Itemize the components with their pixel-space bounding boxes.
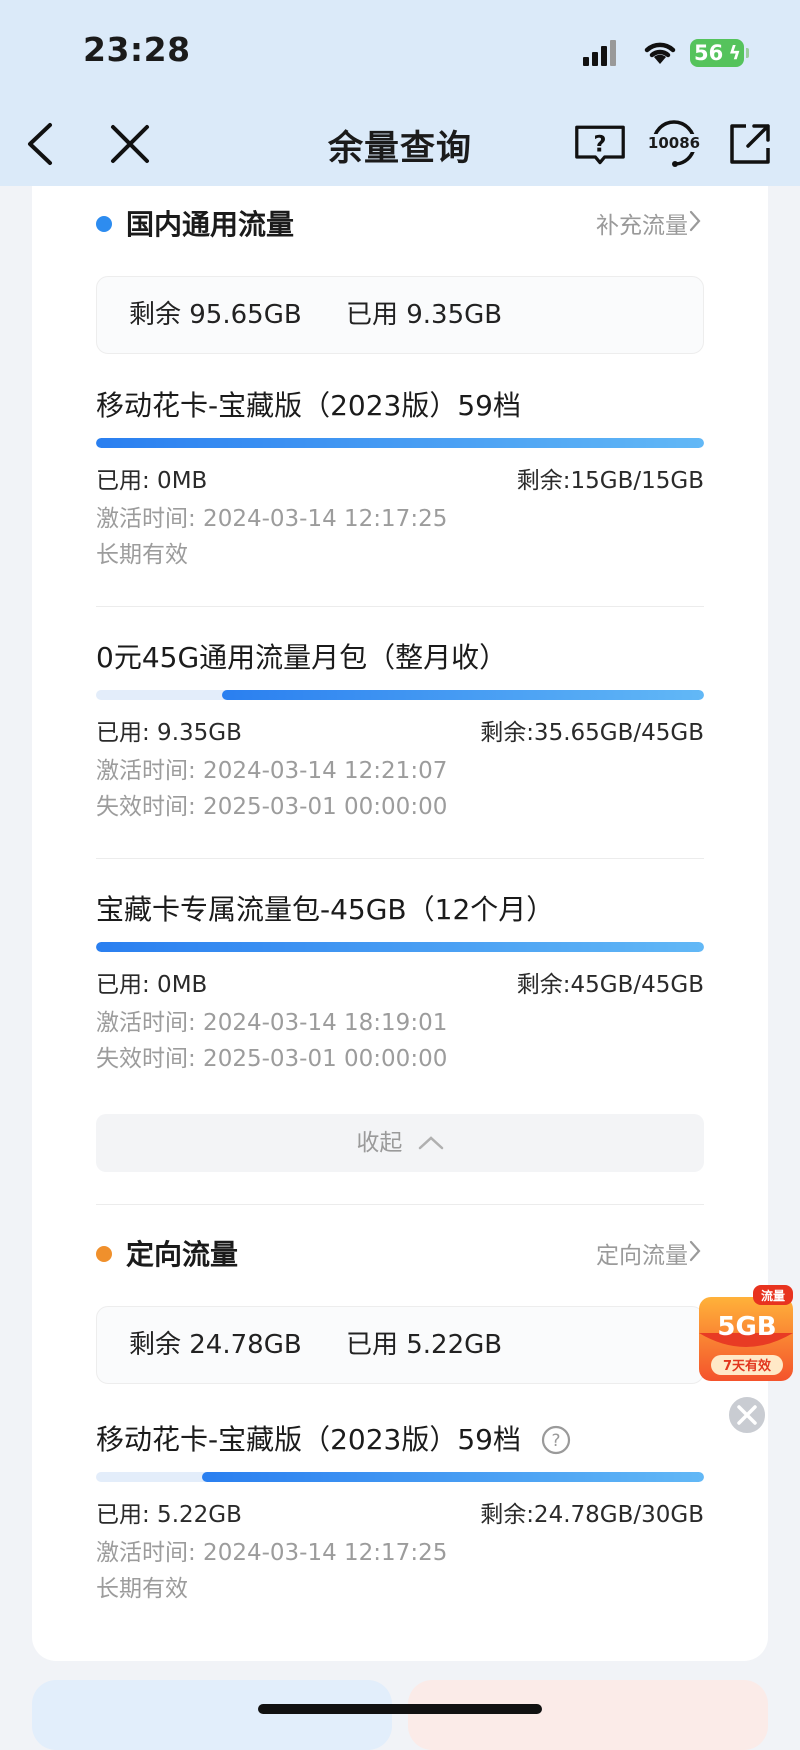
section-title: 定向流量 xyxy=(126,1238,239,1271)
topup-traffic-link[interactable]: 补充流量 xyxy=(596,206,688,240)
traffic-card: 国内通用流量 补充流量 剩余 95.65GB 已用 9.35GB 移动花卡-宝藏… xyxy=(32,186,768,1661)
clock: 23:28 xyxy=(83,30,191,69)
promo-tag: 流量 xyxy=(761,1288,785,1303)
battery-icon: 56 ϟ xyxy=(690,39,749,67)
chevron-right-icon xyxy=(689,1240,701,1262)
usage-bar-fill xyxy=(96,942,704,952)
package-name: 移动花卡-宝藏版（2023版）59档 xyxy=(96,389,521,422)
package-item: 移动花卡-宝藏版（2023版）59档 ? 已用: 5.22GB 剩余:24.78… xyxy=(96,1418,704,1604)
promo-badge[interactable]: 流量 5GB 7天有效 xyxy=(697,1283,797,1385)
summary-used: 已用 9.35GB xyxy=(345,300,503,330)
directed-traffic-header: 定向流量 定向流量 xyxy=(96,1228,704,1278)
general-traffic-dot xyxy=(96,216,112,232)
usage-bar xyxy=(96,438,704,448)
bottom-card-right[interactable] xyxy=(408,1680,768,1750)
package-remaining: 剩余:35.65GB/45GB xyxy=(480,720,704,746)
directed-traffic-link[interactable]: 定向流量 xyxy=(596,1236,688,1270)
package-expiry-time: 失效时间: 2025-03-01 00:00:00 xyxy=(96,794,448,820)
package-item: 移动花卡-宝藏版（2023版）59档 已用: 0MB 剩余:15GB/15GB … xyxy=(96,384,704,570)
usage-bar-fill xyxy=(201,1472,704,1482)
usage-bar-fill xyxy=(222,690,704,700)
chevron-right-icon xyxy=(689,210,701,232)
section-title: 国内通用流量 xyxy=(126,208,295,241)
usage-bar-fill xyxy=(96,438,704,448)
package-used: 已用: 5.22GB xyxy=(96,1502,242,1528)
close-circle-icon xyxy=(727,1395,767,1435)
package-activation-time: 激活时间: 2024-03-14 18:19:01 xyxy=(96,1010,448,1036)
package-item: 宝藏卡专属流量包-45GB（12个月） 已用: 0MB 剩余:45GB/45GB… xyxy=(96,888,704,1074)
promo-close-button[interactable] xyxy=(726,1394,768,1436)
promo-validity: 7天有效 xyxy=(723,1358,772,1374)
package-used: 已用: 0MB xyxy=(96,468,208,494)
share-button[interactable] xyxy=(724,118,776,170)
general-traffic-header: 国内通用流量 补充流量 xyxy=(96,198,704,248)
cellular-signal-icon xyxy=(583,40,623,66)
package-activation-time: 激活时间: 2024-03-14 12:17:25 xyxy=(96,1540,448,1566)
red-envelope-icon: 流量 5GB 7天有效 xyxy=(699,1285,793,1381)
package-validity: 长期有效 xyxy=(96,542,188,568)
directed-summary: 剩余 24.78GB 已用 5.22GB xyxy=(96,1306,704,1384)
package-name: 移动花卡-宝藏版（2023版）59档 xyxy=(96,1423,521,1456)
question-circle-icon[interactable]: ? xyxy=(541,1425,571,1455)
usage-bar xyxy=(96,690,704,700)
summary-remaining: 剩余 24.78GB xyxy=(129,1330,302,1360)
wifi-icon xyxy=(644,42,676,64)
summary-remaining: 剩余 95.65GB xyxy=(129,300,302,330)
package-remaining: 剩余:24.78GB/30GB xyxy=(480,1502,704,1528)
divider xyxy=(96,1204,704,1205)
svg-text:?: ? xyxy=(551,1431,560,1451)
usage-bar xyxy=(96,1472,704,1482)
battery-level: 56 xyxy=(694,41,724,65)
package-activation-time: 激活时间: 2024-03-14 12:21:07 xyxy=(96,758,448,784)
package-expiry-time: 失效时间: 2025-03-01 00:00:00 xyxy=(96,1046,448,1072)
share-icon xyxy=(730,124,770,164)
promo-amount: 5GB xyxy=(717,1312,776,1342)
package-used: 已用: 9.35GB xyxy=(96,720,242,746)
help-guide-button[interactable]: ? xyxy=(574,118,626,170)
chevron-up-icon xyxy=(418,1136,443,1150)
charging-bolt-icon: ϟ xyxy=(728,42,741,64)
package-remaining: 剩余:15GB/15GB xyxy=(516,468,704,494)
package-validity: 长期有效 xyxy=(96,1576,188,1602)
service-number-label: 10086 xyxy=(646,134,702,152)
package-activation-time: 激活时间: 2024-03-14 12:17:25 xyxy=(96,506,448,532)
nav-bar: 余量查询 ? 10086 xyxy=(0,100,800,186)
usage-bar xyxy=(96,942,704,952)
package-used: 已用: 0MB xyxy=(96,972,208,998)
package-name: 宝藏卡专属流量包-45GB（12个月） xyxy=(96,893,555,926)
divider xyxy=(96,606,704,607)
svg-text:?: ? xyxy=(594,131,607,157)
collapse-button[interactable]: 收起 xyxy=(96,1114,704,1172)
help-book-icon: ? xyxy=(575,125,625,165)
package-remaining: 剩余:45GB/45GB xyxy=(516,972,704,998)
package-name: 0元45G通用流量月包（整月收） xyxy=(96,641,508,674)
package-item: 0元45G通用流量月包（整月收） 已用: 9.35GB 剩余:35.65GB/4… xyxy=(96,636,704,822)
directed-traffic-dot xyxy=(96,1246,112,1262)
divider xyxy=(96,858,704,859)
general-summary: 剩余 95.65GB 已用 9.35GB xyxy=(96,276,704,354)
collapse-label: 收起 xyxy=(356,1130,403,1156)
customer-service-button[interactable]: 10086 xyxy=(646,118,702,170)
summary-used: 已用 5.22GB xyxy=(345,1330,503,1360)
bottom-card-left[interactable] xyxy=(32,1680,392,1750)
status-bar: 23:28 56 ϟ xyxy=(0,0,800,100)
home-indicator[interactable] xyxy=(258,1704,542,1714)
